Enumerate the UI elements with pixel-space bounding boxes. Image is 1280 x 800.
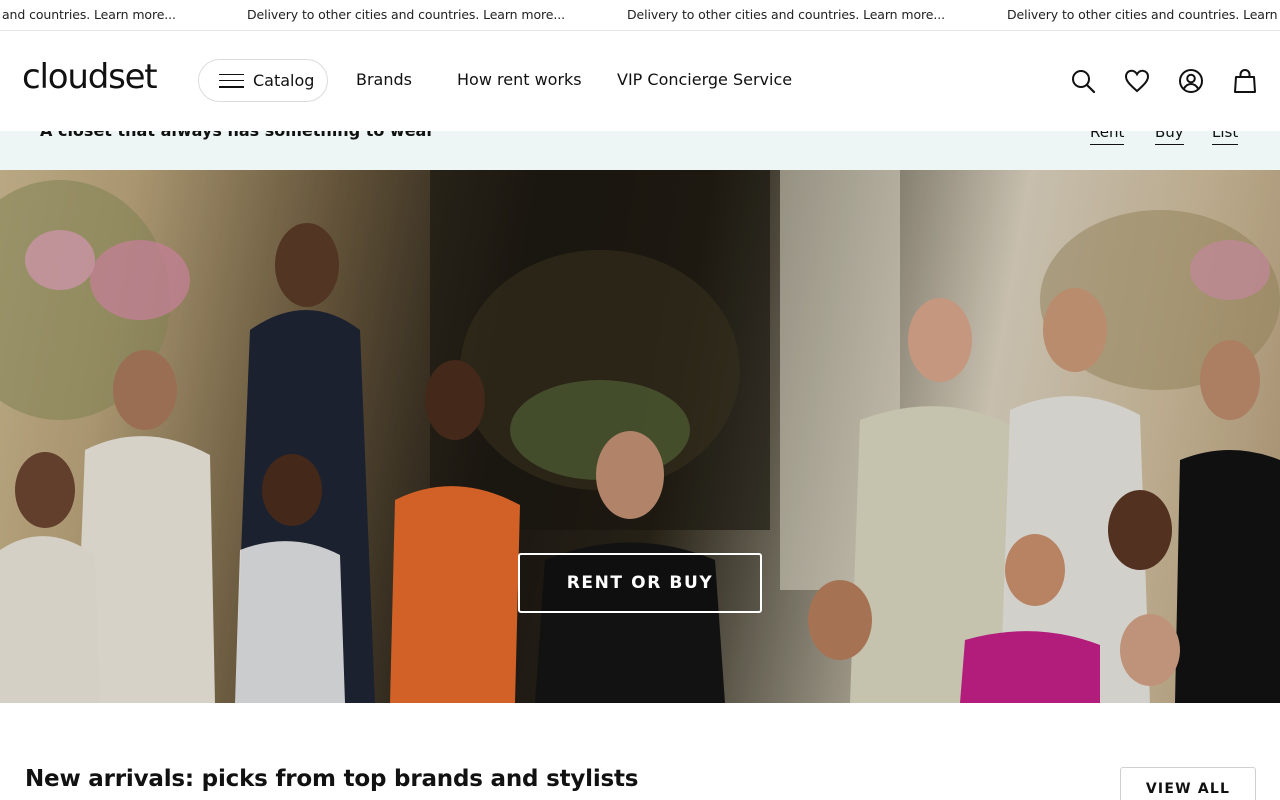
catalog-button[interactable]: Catalog: [198, 59, 328, 102]
heart-icon[interactable]: [1124, 68, 1150, 94]
hero-image: [0, 170, 1280, 703]
tagline: A closet that always has something to we…: [40, 131, 434, 140]
account-icon[interactable]: [1178, 68, 1204, 94]
menu-icon: [219, 73, 244, 88]
nav-how-rent-works[interactable]: How rent works: [457, 70, 582, 89]
list-link[interactable]: List: [1212, 131, 1239, 145]
search-icon[interactable]: [1070, 68, 1096, 94]
ticker-item[interactable]: Delivery to other cities and countries. …: [1007, 7, 1280, 22]
site-logo[interactable]: cloudset: [22, 57, 158, 97]
ticker-item[interactable]: and countries. Learn more...: [2, 7, 176, 22]
hero-banner: RENT OR BUY: [0, 170, 1280, 703]
nav-brands[interactable]: Brands: [356, 70, 412, 89]
catalog-label: Catalog: [253, 71, 315, 90]
buy-link[interactable]: Buy: [1155, 131, 1184, 145]
view-all-button[interactable]: VIEW ALL: [1120, 767, 1256, 800]
delivery-ticker: and countries. Learn more... Delivery to…: [0, 0, 1280, 31]
bag-icon[interactable]: [1232, 68, 1258, 94]
section-title-new-arrivals: New arrivals: picks from top brands and …: [25, 766, 639, 792]
tagline-bar: A closet that always has something to we…: [0, 131, 1280, 170]
nav-vip-concierge[interactable]: VIP Concierge Service: [617, 70, 792, 89]
rent-or-buy-button[interactable]: RENT OR BUY: [518, 553, 762, 613]
ticker-item[interactable]: Delivery to other cities and countries. …: [247, 7, 565, 22]
rent-link[interactable]: Rent: [1090, 131, 1125, 145]
ticker-item[interactable]: Delivery to other cities and countries. …: [627, 7, 945, 22]
site-header: cloudset Catalog Brands How rent works V…: [0, 31, 1280, 131]
